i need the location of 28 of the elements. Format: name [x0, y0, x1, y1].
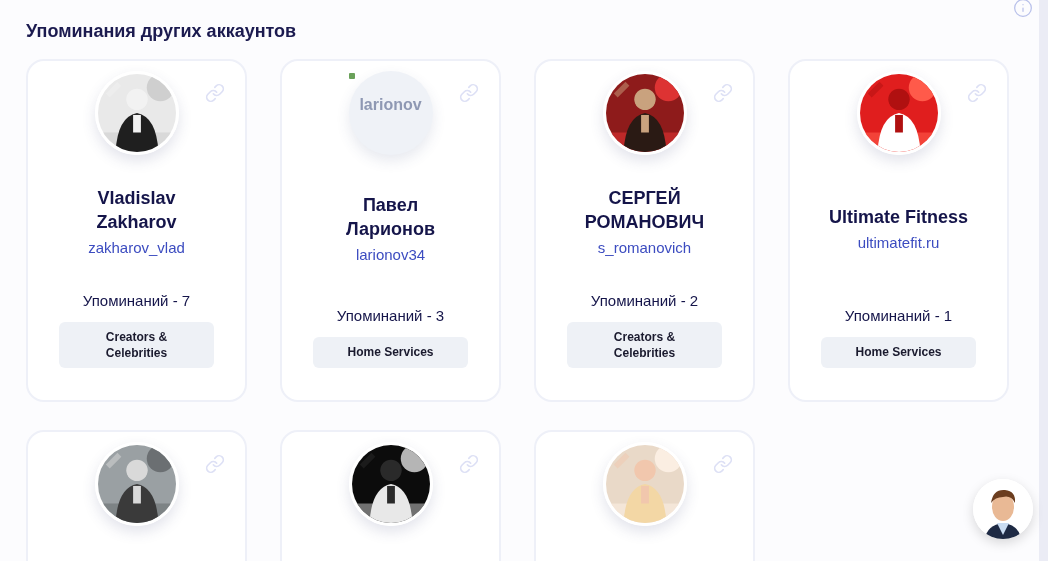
link-icon[interactable] [713, 83, 733, 103]
account-handle[interactable]: larionov34 [355, 244, 426, 267]
category-tag: Creators & Celebrities [59, 322, 214, 368]
mentions-count: Упоминаний - 1 [844, 305, 953, 326]
account-name: Павел Ларионов [345, 194, 436, 241]
link-icon[interactable] [459, 454, 479, 474]
account-handle[interactable]: zakharov_vlad [88, 236, 185, 259]
mentions-count: Упоминаний - 7 [82, 290, 191, 311]
broken-image-icon [348, 73, 355, 79]
account-name: Ultimate Fitness [828, 206, 968, 229]
link-icon[interactable] [967, 83, 987, 103]
account-handle[interactable]: s_romanovich [597, 236, 692, 259]
account-name: Vladislav Zakharov [96, 186, 177, 234]
link-icon[interactable] [459, 83, 479, 103]
link-icon[interactable] [205, 83, 225, 103]
category-tag: Home Services [313, 337, 468, 368]
category-tag: Creators & Celebrities [567, 322, 722, 368]
category-tag: Home Services [821, 337, 976, 368]
account-handle[interactable]: ultimatefit.ru [857, 232, 940, 255]
assistant-avatar[interactable] [973, 479, 1033, 539]
avatar-alt-text: larionov [359, 95, 422, 115]
link-icon[interactable] [205, 454, 225, 474]
mentions-count: Упоминаний - 3 [336, 305, 445, 326]
account-name: СЕРГЕЙ РОМАНОВИЧ [584, 186, 705, 234]
mentions-count: Упоминаний - 2 [590, 290, 699, 311]
section-title: Упоминания других аккаунтов [26, 20, 298, 43]
info-icon[interactable] [1013, 0, 1033, 18]
link-icon[interactable] [713, 454, 733, 474]
